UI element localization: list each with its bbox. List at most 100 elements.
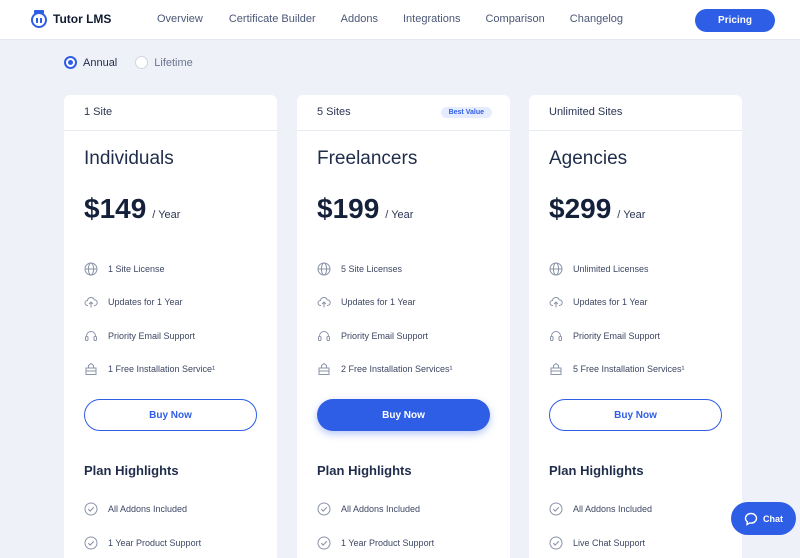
billing-option-annual[interactable]: Annual bbox=[64, 56, 117, 69]
globe-icon bbox=[317, 262, 331, 276]
cloud-upload-icon bbox=[84, 297, 98, 308]
tutor-logo-icon bbox=[31, 10, 47, 28]
nav-certificate-builder[interactable]: Certificate Builder bbox=[229, 13, 316, 25]
highlight-text: 1 Year Product Support bbox=[341, 538, 435, 548]
highlights-list: All Addons Included Live Chat Support bbox=[549, 492, 652, 558]
chat-button[interactable]: Chat bbox=[731, 502, 796, 535]
highlight-text: Live Chat Support bbox=[573, 538, 646, 548]
globe-icon bbox=[84, 262, 98, 276]
buy-now-button[interactable]: Buy Now bbox=[84, 399, 257, 431]
plan-name: Freelancers bbox=[317, 148, 418, 169]
logo[interactable]: Tutor LMS bbox=[31, 9, 111, 29]
feature-item: Updates for 1 Year bbox=[317, 286, 453, 320]
price-period: / Year bbox=[385, 209, 414, 221]
feature-item: Priority Email Support bbox=[317, 319, 453, 353]
feature-item: 5 Site Licenses bbox=[317, 252, 453, 286]
feature-item: 1 Free Installation Service¹ bbox=[84, 353, 215, 387]
billing-toggle: Annual Lifetime bbox=[64, 56, 211, 69]
billing-option-label: Annual bbox=[83, 56, 118, 69]
plan-card-individuals: 1 Site Individuals $149 / Year 1 Site Li… bbox=[64, 95, 277, 558]
feature-text: 5 Free Installation Services¹ bbox=[573, 364, 685, 375]
plan-highlights-title: Plan Highlights bbox=[317, 463, 412, 478]
main-nav: Overview Certificate Builder Addons Inte… bbox=[157, 13, 623, 25]
feature-text: Unlimited Licenses bbox=[573, 263, 649, 274]
plan-site-count: Unlimited Sites bbox=[529, 95, 742, 131]
installation-box-icon bbox=[318, 363, 330, 376]
nav-integrations[interactable]: Integrations bbox=[403, 13, 460, 25]
feature-text: 1 Site License bbox=[108, 263, 165, 274]
highlight-item: 1 Year Product Support bbox=[84, 526, 201, 558]
feature-text: Updates for 1 Year bbox=[108, 297, 183, 308]
price-amount: $299 bbox=[549, 193, 612, 224]
highlight-text: All Addons Included bbox=[341, 504, 421, 514]
radio-selected-icon[interactable] bbox=[64, 56, 77, 69]
feature-text: Updates for 1 Year bbox=[341, 297, 416, 308]
highlights-list: All Addons Included 1 Year Product Suppor… bbox=[317, 492, 434, 558]
buy-now-button[interactable]: Buy Now bbox=[549, 399, 722, 431]
feature-text: Updates for 1 Year bbox=[573, 297, 648, 308]
nav-changelog[interactable]: Changelog bbox=[570, 13, 623, 25]
check-circle-icon bbox=[84, 536, 98, 550]
highlight-item: All Addons Included bbox=[84, 492, 201, 526]
feature-item: Unlimited Licenses bbox=[549, 252, 685, 286]
price-period: / Year bbox=[152, 209, 181, 221]
plan-card-agencies: Unlimited Sites Agencies $299 / Year Unl… bbox=[529, 95, 742, 558]
plan-price: $149 / Year bbox=[84, 193, 180, 225]
globe-icon bbox=[549, 262, 563, 276]
highlight-text: 1 Year Product Support bbox=[108, 538, 202, 548]
feature-list: 1 Site License Updates for 1 Year Priority… bbox=[84, 252, 215, 386]
highlight-text: All Addons Included bbox=[573, 504, 653, 514]
plan-highlights-title: Plan Highlights bbox=[84, 463, 179, 478]
feature-list: 5 Site Licenses Updates for 1 Year Priorit… bbox=[317, 252, 453, 386]
plan-price: $199 / Year bbox=[317, 193, 413, 225]
plan-card-freelancers: 5 Sites Best Value Freelancers $199 / Ye… bbox=[297, 95, 510, 558]
price-amount: $149 bbox=[84, 193, 147, 224]
radio-unselected-icon[interactable] bbox=[135, 56, 149, 69]
chat-bubble-icon bbox=[744, 512, 758, 526]
feature-text: 5 Site Licenses bbox=[341, 263, 403, 274]
check-circle-icon bbox=[549, 502, 563, 516]
feature-item: 2 Free Installation Services¹ bbox=[317, 353, 453, 387]
highlight-item: All Addons Included bbox=[317, 492, 434, 526]
nav-overview[interactable]: Overview bbox=[157, 13, 203, 25]
feature-text: Priority Email Support bbox=[108, 330, 196, 341]
plan-sites-label: Unlimited Sites bbox=[549, 106, 623, 118]
feature-item: Updates for 1 Year bbox=[84, 286, 215, 320]
feature-text: 1 Free Installation Service¹ bbox=[108, 364, 216, 375]
billing-option-lifetime[interactable]: Lifetime bbox=[135, 56, 193, 69]
plan-name: Individuals bbox=[84, 148, 174, 169]
feature-item: 5 Free Installation Services¹ bbox=[549, 353, 685, 387]
plan-site-count: 1 Site bbox=[64, 95, 277, 131]
highlight-item: All Addons Included bbox=[549, 492, 652, 526]
plan-name: Agencies bbox=[549, 148, 628, 169]
highlight-item: Live Chat Support bbox=[549, 526, 652, 558]
chat-label: Chat bbox=[763, 513, 783, 524]
price-amount: $199 bbox=[317, 193, 380, 224]
check-circle-icon bbox=[317, 502, 331, 516]
nav-comparison[interactable]: Comparison bbox=[485, 13, 544, 25]
cloud-upload-icon bbox=[549, 297, 563, 308]
feature-text: Priority Email Support bbox=[573, 330, 661, 341]
feature-item: Updates for 1 Year bbox=[549, 286, 685, 320]
plan-price: $299 / Year bbox=[549, 193, 645, 225]
feature-list: Unlimited Licenses Updates for 1 Year Prio… bbox=[549, 252, 685, 386]
best-value-badge: Best Value bbox=[440, 107, 492, 118]
feature-text: 2 Free Installation Services¹ bbox=[341, 364, 453, 375]
feature-item: Priority Email Support bbox=[549, 319, 685, 353]
highlight-text: All Addons Included bbox=[108, 504, 188, 514]
plan-sites-label: 1 Site bbox=[84, 106, 113, 118]
highlights-list: All Addons Included 1 Year Product Suppor… bbox=[84, 492, 201, 558]
check-circle-icon bbox=[317, 536, 331, 550]
check-circle-icon bbox=[549, 536, 563, 550]
feature-text: Priority Email Support bbox=[341, 330, 429, 341]
headset-icon bbox=[550, 330, 562, 341]
headset-icon bbox=[318, 330, 330, 341]
plan-sites-label: 5 Sites bbox=[317, 106, 351, 118]
billing-option-label: Lifetime bbox=[154, 56, 193, 69]
top-navigation-bar: Tutor LMS Overview Certificate Builder A… bbox=[0, 0, 800, 40]
logo-text: Tutor LMS bbox=[53, 12, 112, 26]
nav-addons[interactable]: Addons bbox=[341, 13, 378, 25]
feature-item: Priority Email Support bbox=[84, 319, 215, 353]
pricing-button[interactable]: Pricing bbox=[695, 9, 775, 32]
buy-now-button[interactable]: Buy Now bbox=[317, 399, 490, 431]
